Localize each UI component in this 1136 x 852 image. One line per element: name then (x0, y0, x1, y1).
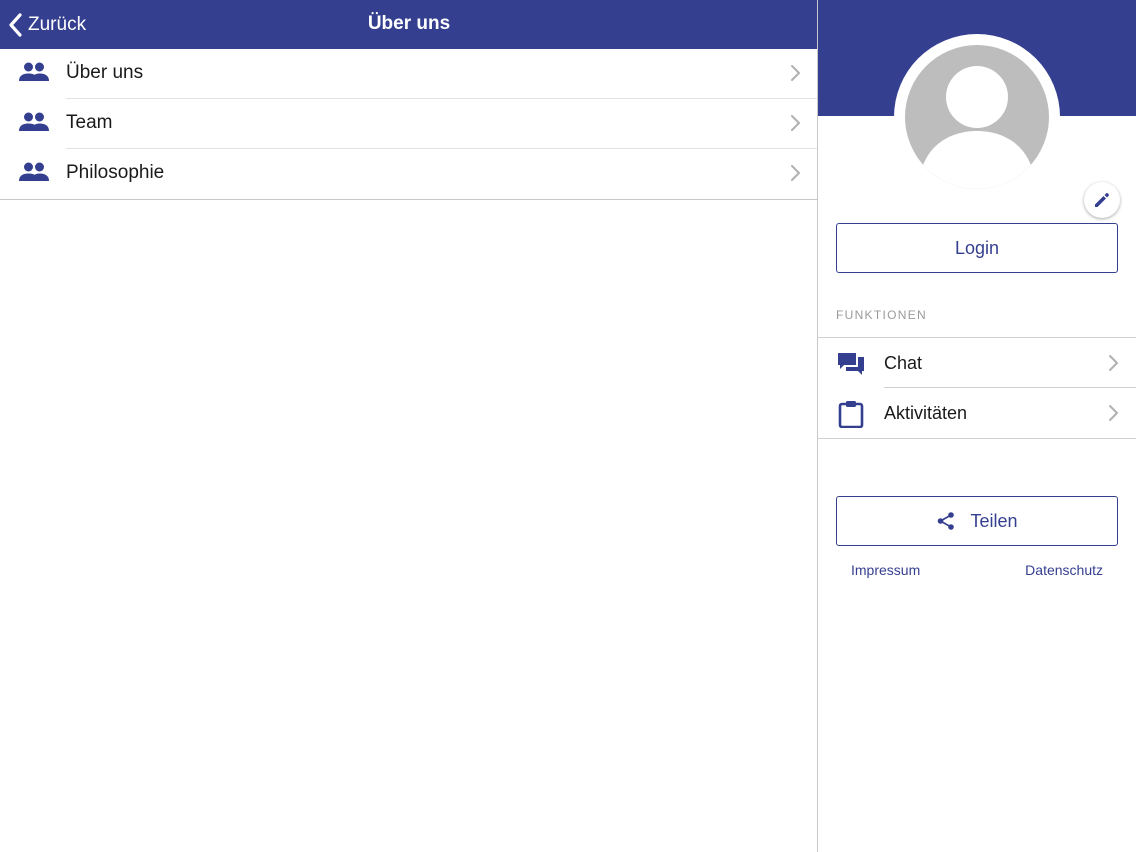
functions-list: Chat Aktivitäten (818, 337, 1136, 439)
share-button[interactable]: Teilen (836, 496, 1118, 546)
navigation-bar: Zurück Über uns (0, 0, 818, 49)
menu-item-label: Team (66, 112, 113, 133)
people-icon (19, 162, 49, 181)
edit-avatar-button[interactable] (1084, 182, 1120, 218)
people-icon (19, 62, 49, 81)
impressum-link[interactable]: Impressum (851, 562, 920, 578)
function-item-label: Aktivitäten (884, 403, 968, 423)
function-item-chat[interactable]: Chat (818, 338, 1136, 388)
chat-icon (838, 353, 864, 375)
menu-list: Über uns Team Philosophie (0, 49, 818, 200)
chevron-right-icon (791, 115, 800, 131)
function-item-aktivitaeten[interactable]: Aktivitäten (818, 388, 1136, 438)
avatar (894, 34, 1120, 218)
avatar-placeholder (905, 45, 1049, 189)
share-button-label: Teilen (970, 510, 1018, 531)
menu-item-philosophie[interactable]: Philosophie (0, 149, 818, 199)
login-button[interactable]: Login (836, 223, 1118, 273)
datenschutz-link[interactable]: Datenschutz (1025, 562, 1103, 578)
chevron-right-icon (1109, 405, 1118, 421)
clipboard-icon (838, 401, 864, 428)
section-title-funktionen: FUNKTIONEN (836, 308, 927, 322)
profile-sidebar: Login FUNKTIONEN Chat Aktivitäten Teilen… (818, 0, 1136, 852)
person-icon (919, 66, 1035, 189)
function-item-label: Chat (884, 353, 923, 373)
chevron-right-icon (791, 65, 800, 81)
menu-item-ueber-uns[interactable]: Über uns (0, 49, 818, 99)
menu-item-label: Über uns (66, 62, 144, 83)
chevron-right-icon (1109, 355, 1118, 371)
menu-item-team[interactable]: Team (0, 99, 818, 149)
people-icon (19, 112, 49, 131)
pencil-icon (1095, 193, 1109, 207)
share-icon (938, 512, 955, 530)
page-title: Über uns (367, 13, 451, 34)
menu-item-label: Philosophie (66, 162, 165, 183)
chevron-right-icon (791, 165, 800, 181)
main-pane: Zurück Über uns Über uns Team Philosophi… (0, 0, 818, 852)
